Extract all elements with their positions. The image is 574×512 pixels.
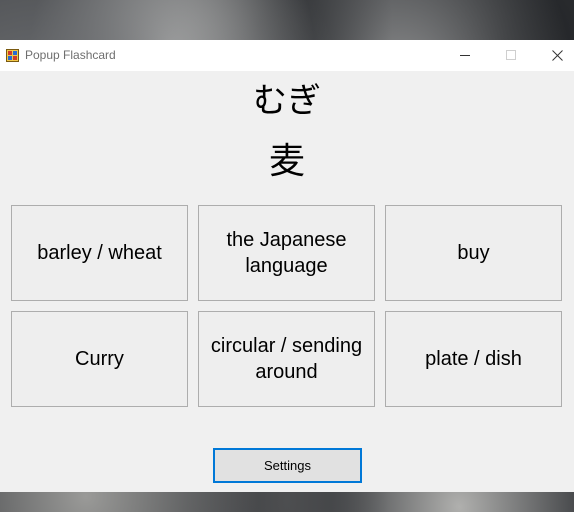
answer-button-1[interactable]: barley / wheat bbox=[11, 205, 188, 301]
maximize-button bbox=[489, 40, 535, 71]
window-title: Popup Flashcard bbox=[25, 48, 116, 62]
close-button[interactable] bbox=[535, 40, 574, 71]
card-reading: むぎ bbox=[253, 81, 321, 121]
answer-button-5[interactable]: circular / sending around bbox=[198, 311, 375, 407]
close-icon bbox=[552, 50, 563, 61]
flashcard-app-icon bbox=[6, 49, 19, 62]
minimize-icon bbox=[460, 55, 470, 56]
minimize-button[interactable] bbox=[443, 40, 489, 71]
answer-button-6[interactable]: plate / dish bbox=[385, 311, 562, 407]
settings-button[interactable]: Settings bbox=[213, 448, 362, 483]
maximize-icon bbox=[506, 50, 516, 60]
answer-button-3[interactable]: buy bbox=[385, 205, 562, 301]
answer-button-4[interactable]: Curry bbox=[11, 311, 188, 407]
flashcard-window: Popup Flashcard むぎ 麦 barley / wheat the … bbox=[0, 40, 574, 492]
card-kanji: 麦 bbox=[268, 141, 305, 182]
answer-button-2[interactable]: the Japanese language bbox=[198, 205, 375, 301]
title-bar[interactable]: Popup Flashcard bbox=[0, 40, 574, 71]
